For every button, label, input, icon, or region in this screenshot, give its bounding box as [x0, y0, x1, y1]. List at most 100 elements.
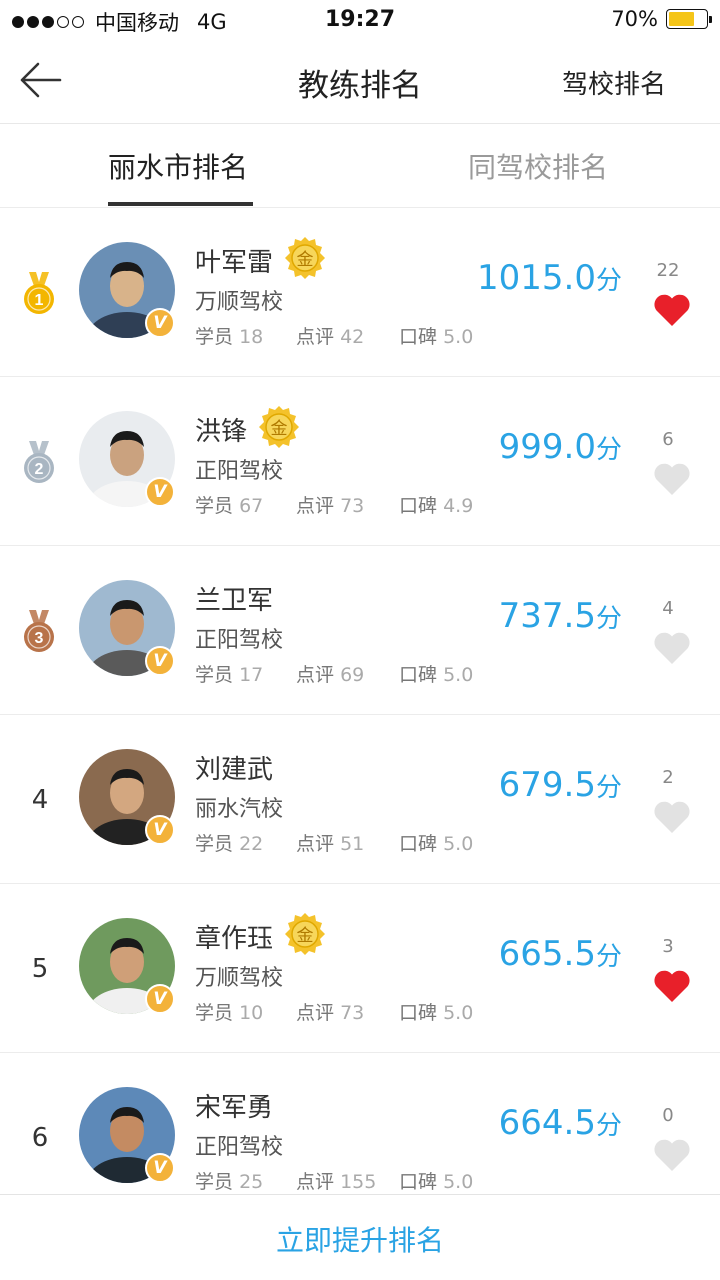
boost-ranking-button[interactable]: 立即提升排名 — [0, 1219, 720, 1259]
verified-badge: V — [145, 477, 175, 507]
score-unit: 分 — [595, 942, 622, 972]
coach-stats: 学员 10 点评 73 口碑 5.0 — [195, 998, 495, 1024]
rank-number: 4 — [31, 785, 49, 815]
stat-students: 学员 10 — [195, 998, 263, 1025]
coach-school: 正阳驾校 — [195, 628, 284, 653]
avatar[interactable]: V — [79, 411, 175, 533]
rank-number: 5 — [31, 954, 49, 984]
battery-percent: 70% — [611, 7, 658, 31]
coach-school: 丽水汽校 — [195, 797, 284, 822]
stat-reputation: 口碑 5.0 — [399, 660, 473, 687]
stat-label: 点评 — [296, 664, 335, 686]
stat-value: 42 — [340, 326, 365, 348]
stat-label: 学员 — [195, 833, 234, 855]
stat-students: 学员 25 — [195, 1167, 263, 1194]
coach-row[interactable]: 3 V 兰卫军 正阳驾校 学员 17 点评 69 口碑 5.0 737.5分 4 — [0, 546, 720, 715]
tab-bar: 丽水市排名 同驾校排名 — [0, 124, 720, 208]
tab-school-ranking[interactable]: 同驾校排名 — [468, 146, 608, 186]
stat-value: 73 — [340, 495, 365, 517]
stat-label: 学员 — [195, 1002, 234, 1024]
score-value: 665.5 — [498, 934, 596, 974]
stat-reputation: 口碑 5.0 — [399, 322, 473, 349]
stat-label: 学员 — [195, 326, 234, 348]
stat-value: 25 — [239, 1171, 264, 1193]
gold-medal-icon: 1 — [24, 272, 54, 314]
stat-value: 4.9 — [443, 495, 474, 517]
coach-score: 679.5分 — [499, 765, 622, 805]
gold-badge-icon: 金 — [285, 913, 325, 955]
medal-rank-text: 1 — [35, 292, 44, 309]
heart-icon[interactable] — [652, 461, 692, 497]
like-count: 22 — [656, 260, 680, 281]
tab-city-ranking[interactable]: 丽水市排名 — [108, 146, 248, 186]
bottom-bar: 立即提升排名 — [0, 1194, 720, 1280]
stat-label: 点评 — [296, 326, 335, 348]
score-value: 1015.0 — [477, 258, 596, 298]
avatar[interactable]: V — [79, 1087, 175, 1194]
score-value: 999.0 — [498, 427, 596, 467]
stat-value: 67 — [239, 495, 264, 517]
stat-reputation: 口碑 5.0 — [399, 1167, 473, 1194]
gold-badge-text: 金 — [271, 419, 288, 439]
coach-name: 洪锋 — [195, 417, 248, 447]
stat-value: 18 — [239, 326, 264, 348]
stat-value: 22 — [239, 833, 264, 855]
heart-icon[interactable] — [652, 1137, 692, 1173]
stat-label: 口碑 — [399, 495, 438, 517]
coach-row[interactable]: 5 V 章作珏 金万顺驾校 学员 10 点评 73 口碑 5.0 665.5分 3 — [0, 884, 720, 1053]
score-value: 679.5 — [498, 765, 596, 805]
stat-label: 点评 — [296, 1002, 335, 1024]
coach-row[interactable]: 6 V 宋军勇 正阳驾校 学员 25 点评 155 口碑 5.0 664.5分 0 — [0, 1053, 720, 1194]
score-value: 737.5 — [498, 596, 596, 636]
stat-reviews: 点评 155 — [296, 1167, 376, 1194]
stat-label: 口碑 — [399, 833, 438, 855]
coach-score: 737.5分 — [499, 596, 622, 636]
avatar[interactable]: V — [79, 580, 175, 702]
stat-reviews: 点评 73 — [296, 491, 364, 518]
stat-value: 17 — [239, 664, 264, 686]
coach-school: 万顺驾校 — [195, 966, 284, 991]
like-count: 0 — [662, 1105, 674, 1126]
stat-label: 点评 — [296, 1171, 335, 1193]
status-right: 70% — [611, 7, 712, 31]
stat-label: 口碑 — [399, 664, 438, 686]
like-count: 6 — [662, 429, 674, 450]
heart-icon[interactable] — [652, 292, 692, 328]
silver-medal-icon: 2 — [24, 441, 54, 483]
heart-icon[interactable] — [652, 630, 692, 666]
coach-row[interactable]: 1 V 叶军雷金万顺驾校 学员 18 点评 42 口碑 5.0 1015.0分 22 — [0, 208, 720, 377]
status-bar: 中国移动 4G 19:27 70% — [0, 0, 720, 40]
verified-badge: V — [145, 308, 175, 338]
avatar[interactable]: V — [79, 749, 175, 871]
heart-icon[interactable] — [652, 799, 692, 835]
like-count: 3 — [662, 936, 674, 957]
stat-label: 学员 — [195, 1171, 234, 1193]
stat-label: 口碑 — [399, 1002, 438, 1024]
coach-row[interactable]: 2 V 洪锋 金正阳驾校 学员 67 点评 73 口碑 4.9 999.0分 6 — [0, 377, 720, 546]
coach-row[interactable]: 4 V 刘建武 丽水汽校 学员 22 点评 51 口碑 5.0 679.5分 2 — [0, 715, 720, 884]
stat-value: 5.0 — [443, 833, 474, 855]
gold-badge-icon: 金 — [285, 237, 325, 279]
coach-score: 665.5分 — [499, 934, 622, 974]
stat-students: 学员 67 — [195, 491, 263, 518]
heart-icon[interactable] — [652, 968, 692, 1004]
coach-name: 章作珏 — [195, 924, 274, 954]
stat-reputation: 口碑 5.0 — [399, 829, 473, 856]
coach-stats: 学员 17 点评 69 口碑 5.0 — [195, 660, 495, 686]
coach-name: 兰卫军 — [195, 586, 274, 616]
avatar[interactable]: V — [79, 242, 175, 364]
like-count: 4 — [662, 598, 674, 619]
stat-students: 学员 18 — [195, 322, 263, 349]
coach-list[interactable]: 1 V 叶军雷金万顺驾校 学员 18 点评 42 口碑 5.0 1015.0分 22 2 V 洪锋金… — [0, 208, 720, 1194]
stat-students: 学员 17 — [195, 660, 263, 687]
medal-rank-text: 3 — [35, 630, 44, 647]
stat-value: 5.0 — [443, 664, 474, 686]
school-ranking-button[interactable]: 驾校排名 — [562, 64, 666, 101]
stat-label: 口碑 — [399, 326, 438, 348]
stat-label: 点评 — [296, 833, 335, 855]
coach-name: 宋军勇 — [195, 1093, 274, 1123]
stat-reviews: 点评 73 — [296, 998, 364, 1025]
verified-badge: V — [145, 815, 175, 845]
coach-stats: 学员 22 点评 51 口碑 5.0 — [195, 829, 495, 855]
avatar[interactable]: V — [79, 918, 175, 1040]
